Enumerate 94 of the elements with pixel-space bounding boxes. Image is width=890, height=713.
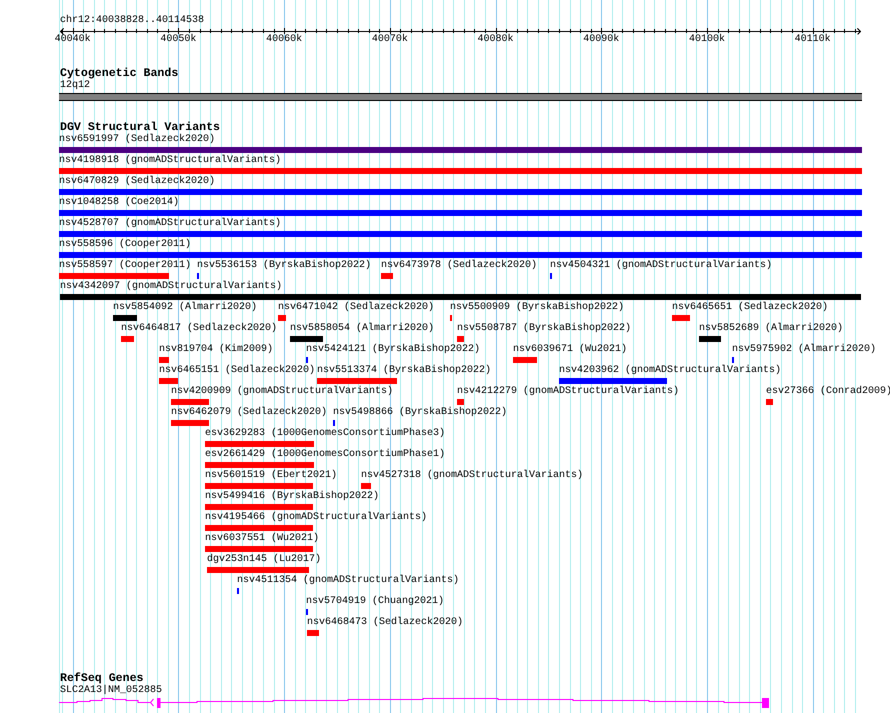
variant-bar[interactable] [59, 210, 862, 216]
variant-label: nsv5500909 (ByrskaBishop2022) [450, 302, 624, 314]
variant-label: nsv4198918 (gnomADStructuralVariants) [59, 155, 282, 167]
tick-label: 40110k [794, 34, 831, 46]
variant-label: nsv6462079 (Sedlazeck2020) [171, 407, 328, 419]
band-label: 12q12 [60, 80, 90, 91]
variant-label: nsv4504321 (gnomADStructuralVariants) [550, 260, 772, 272]
tick-label: 40100k [688, 34, 725, 46]
variant-label: nsv6471042 (Sedlazeck2020) [278, 302, 434, 314]
variant-label: nsv6470829 (Sedlazeck2020) [59, 176, 216, 188]
variant-label: nsv5858054 (Almarri2020) [290, 323, 434, 335]
variant-label: nsv4511354 (gnomADStructuralVariants) [237, 575, 460, 587]
variant-bar[interactable] [381, 273, 393, 279]
variant-label: nsv5601519 (Ebert2021) [205, 470, 338, 482]
intron-line[interactable] [58, 698, 762, 703]
variant-label: esv27366 (Conrad2009) [766, 386, 890, 398]
variant-label: nsv4200909 (gnomADStructuralVariants) [171, 386, 394, 398]
variant-label: nsv6039671 (Wu2021) [513, 344, 628, 356]
variant-bar[interactable] [205, 483, 313, 489]
tick-label: 40040k [54, 34, 91, 46]
variant-bar[interactable] [205, 525, 313, 531]
variant-bar[interactable] [59, 189, 862, 195]
variant-label: nsv5852689 (Almarri2020) [699, 323, 844, 335]
variant-label: nsv5975902 (Almarri2020) [732, 344, 876, 356]
variant-bar[interactable] [205, 441, 314, 447]
variant-label: nsv4342097 (gnomADStructuralVariants) [60, 281, 282, 293]
variant-bar[interactable] [113, 315, 137, 321]
variant-bar[interactable] [766, 399, 773, 405]
variant-label: nsv5704919 (Chuang2021) [306, 596, 444, 608]
variant-label: dgv253n145 (Lu2017) [207, 554, 322, 566]
tick-label: 40090k [583, 34, 620, 46]
variant-bar[interactable] [205, 504, 313, 510]
variant-bar[interactable] [559, 378, 667, 384]
tick-label: 40050k [160, 34, 196, 46]
variant-label: nsv6464817 (Sedlazeck2020) [121, 323, 278, 335]
variant-bar[interactable] [457, 399, 464, 405]
variant-bar[interactable] [278, 315, 286, 321]
variant-label: nsv1048258 (Coe2014) [59, 197, 180, 209]
exon-block[interactable] [157, 698, 160, 708]
variant-bar[interactable] [59, 252, 862, 258]
variant-bar[interactable] [59, 273, 169, 279]
location-label: chr12:40038828..40114538 [60, 15, 204, 27]
variant-label: nsv6468473 (Sedlazeck2020) [307, 617, 464, 629]
variant-bar[interactable] [159, 378, 178, 384]
variant-label: nsv819704 (Kim2009) [159, 344, 274, 356]
variant-bar[interactable] [290, 336, 323, 342]
variant-label: nsv5513374 (ByrskaBishop2022) [317, 365, 492, 377]
variant-label: nsv6465151 (Sedlazeck2020) [159, 365, 316, 377]
variant-label: esv2661429 (1000GenomesConsortiumPhase1) [205, 449, 446, 461]
variant-bar[interactable] [60, 294, 861, 300]
variant-label: nsv5536153 (ByrskaBishop2022) [197, 260, 372, 272]
variant-label: nsv6465651 (Sedlazeck2020) [672, 302, 828, 314]
variant-label: nsv5508787 (ByrskaBishop2022) [457, 323, 632, 335]
variant-bar[interactable] [457, 336, 464, 342]
variant-bar[interactable] [205, 546, 313, 552]
variant-bar[interactable] [361, 483, 371, 489]
variant-label: nsv4195466 (gnomADStructuralVariants) [205, 512, 428, 524]
variant-bar[interactable] [59, 168, 862, 174]
variant-bar[interactable] [171, 420, 209, 426]
variant-bar[interactable] [672, 315, 690, 321]
variant-bar[interactable] [121, 336, 134, 342]
tick-label: 40070k [372, 34, 408, 46]
variant-label: nsv558597 (Cooper2011) [59, 260, 192, 272]
variant-label: nsv558596 (Cooper2011) [59, 239, 192, 251]
variant-label: nsv4528707 (gnomADStructuralVariants) [59, 218, 282, 230]
track-title: DGV Structural Variants [60, 121, 220, 134]
variant-bar[interactable] [205, 462, 314, 468]
variant-label: nsv6591997 (Sedlazeck2020) [59, 134, 216, 146]
variant-label: nsv6473978 (Sedlazeck2020) [381, 260, 538, 272]
variant-bar[interactable] [59, 147, 862, 153]
track-title: Cytogenetic Bands [60, 67, 178, 80]
tick-label: 40080k [478, 34, 514, 46]
variant-label: nsv5498866 (ByrskaBishop2022) [333, 407, 508, 419]
variant-bar[interactable] [513, 357, 537, 363]
variant-label: nsv4203962 (gnomADStructuralVariants) [559, 365, 782, 377]
variant-label: nsv5499416 (ByrskaBishop2022) [205, 491, 380, 503]
variant-label: nsv6037551 (Wu2021) [205, 533, 320, 545]
variant-bar[interactable] [699, 336, 721, 342]
variant-label: nsv4527318 (gnomADStructuralVariants) [361, 470, 584, 482]
band-bar[interactable] [59, 93, 862, 101]
variant-bar[interactable] [207, 567, 309, 573]
variant-bar[interactable] [317, 378, 397, 384]
variant-label: esv3629283 (1000GenomesConsortiumPhase3) [205, 428, 446, 440]
track-title: RefSeq Genes [60, 672, 144, 685]
variant-bar[interactable] [159, 357, 169, 363]
variant-label: nsv5424121 (ByrskaBishop2022) [306, 344, 480, 356]
tick-label: 40060k [266, 34, 302, 46]
variant-bar[interactable] [171, 399, 209, 405]
variant-label: nsv5854092 (Almarri2020) [113, 302, 258, 314]
exon-block[interactable] [762, 698, 769, 708]
variant-bar[interactable] [307, 630, 319, 636]
gene-label: SLC2A13|NM_052885 [60, 685, 162, 696]
variant-label: nsv4212279 (gnomADStructuralVariants) [457, 386, 680, 398]
variant-bar[interactable] [59, 231, 862, 237]
